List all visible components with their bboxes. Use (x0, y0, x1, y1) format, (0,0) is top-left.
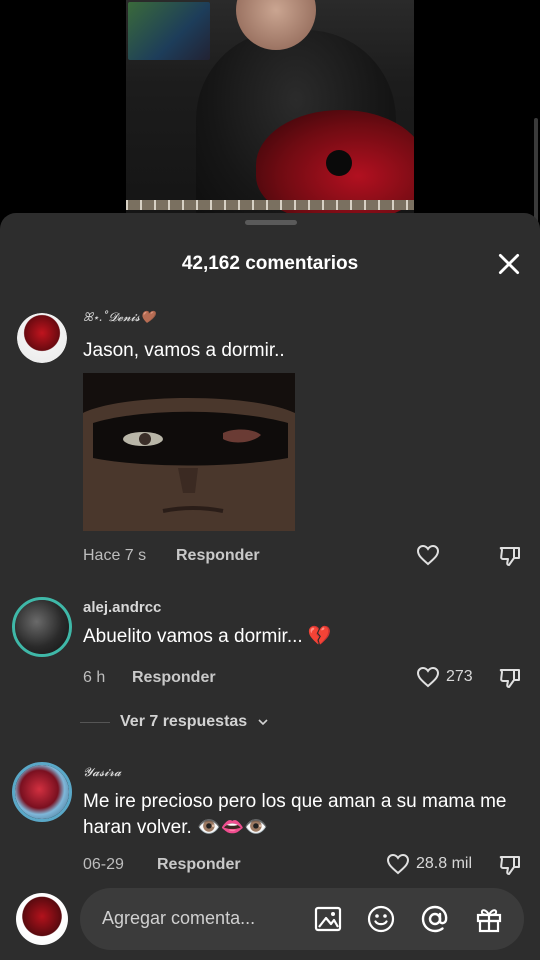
comment-time: 6 h (83, 669, 106, 686)
reply-button[interactable]: Responder (176, 547, 260, 565)
dislike-button[interactable] (498, 666, 522, 690)
guitar-fretboard (126, 200, 414, 210)
thumbs-down-icon (499, 547, 520, 566)
video-frame (126, 0, 414, 213)
comment-image[interactable] (83, 373, 295, 531)
comments-count-title: 42,162 comentarios (181, 253, 359, 274)
sheet-grabber[interactable] (245, 220, 297, 225)
avatar[interactable] (17, 313, 67, 363)
image-icon (314, 906, 342, 932)
video-player[interactable] (0, 0, 540, 268)
close-icon (498, 253, 520, 275)
mention-button[interactable] (420, 904, 450, 934)
comment-text: Abuelito vamos a dormir... 💔 (83, 626, 332, 647)
comments-sheet: 42,162 comentarios ꕤ⋆.˚𝓓𝓮𝓷𝓲𝓼🤎 Jason, vam… (0, 213, 540, 960)
emoji-button[interactable] (366, 904, 396, 934)
view-replies-label: Ver 7 respuestas (120, 713, 248, 730)
heart-icon (416, 666, 440, 688)
masked-face-image (83, 373, 295, 531)
comment-input[interactable]: Agregar comenta... (102, 908, 255, 929)
image-button[interactable] (313, 904, 343, 934)
gift-icon (476, 909, 502, 933)
background-monitor (128, 2, 210, 60)
reply-button[interactable]: Responder (132, 669, 216, 687)
like-button[interactable]: 273 (416, 666, 473, 688)
view-replies-button[interactable]: Ver 7 respuestas (80, 713, 269, 731)
thumbs-down-icon (499, 856, 520, 875)
like-button[interactable] (416, 544, 440, 566)
divider-line (80, 721, 110, 723)
like-count: 273 (446, 668, 473, 685)
heart-icon (416, 544, 440, 566)
avatar[interactable] (12, 762, 72, 822)
heart-icon (386, 853, 410, 875)
gift-button[interactable] (474, 904, 504, 934)
comment-time: 06-29 (83, 856, 124, 873)
comment-username[interactable]: ꕤ⋆.˚𝓓𝓮𝓷𝓲𝓼🤎 (83, 310, 155, 325)
chevron-down-icon (258, 719, 268, 726)
comment-username[interactable]: alej.andrcc (83, 599, 161, 616)
like-button[interactable]: 28.8 mil (386, 853, 472, 875)
comment-username[interactable]: 𝓨𝓪𝓼𝓲𝓻𝓪 (83, 765, 121, 780)
close-button[interactable] (496, 251, 522, 277)
reply-button[interactable]: Responder (157, 856, 241, 874)
avatar[interactable] (12, 597, 72, 657)
guitar-soundhole (326, 150, 352, 176)
comment-text: Jason, vamos a dormir.. (83, 340, 285, 361)
like-count: 28.8 mil (416, 855, 473, 872)
dislike-button[interactable] (498, 853, 522, 877)
comment-text: Me ire precioso pero los que aman a su m… (83, 791, 507, 838)
thumbs-down-icon (499, 669, 520, 688)
emoji-icon (367, 905, 395, 933)
comment-input-bar[interactable]: Agregar comenta... (80, 888, 524, 950)
comment-time: Hace 7 s (83, 547, 147, 564)
mention-icon (421, 905, 448, 933)
dislike-button[interactable] (498, 544, 522, 568)
current-user-avatar[interactable] (16, 893, 68, 945)
